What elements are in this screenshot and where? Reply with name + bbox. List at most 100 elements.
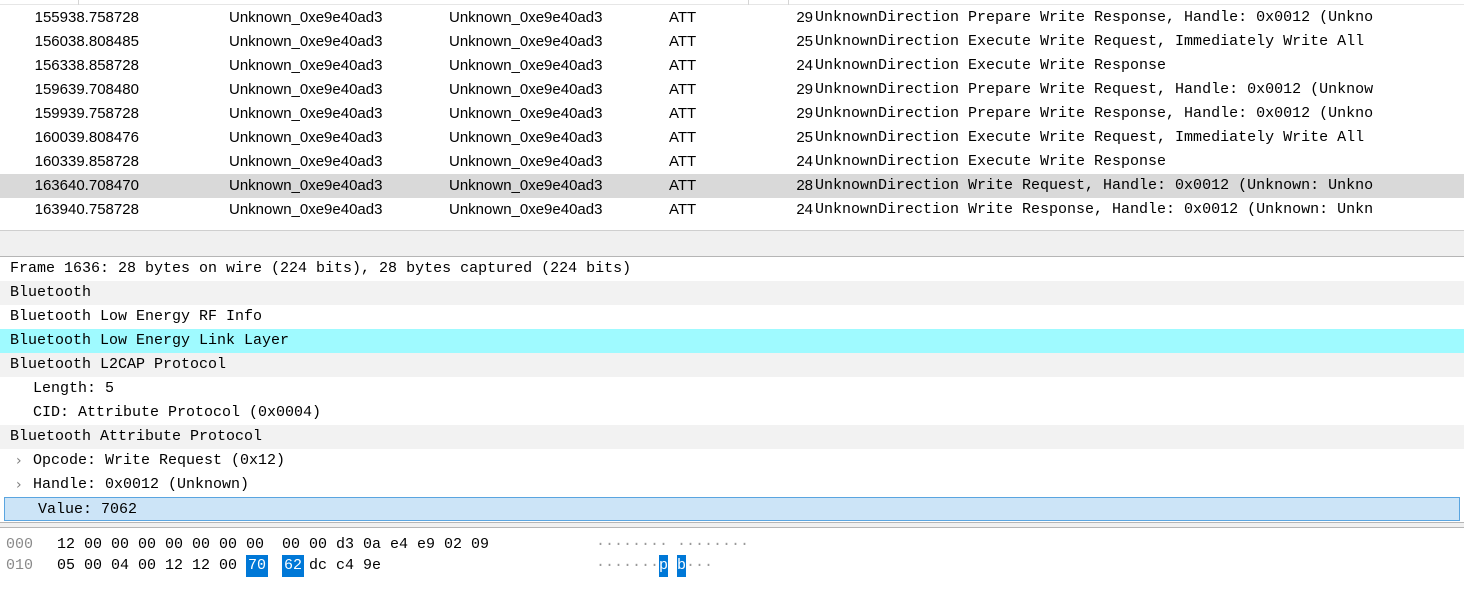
packet-number: 1600: [34, 129, 68, 146]
packet-source: Unknown_0xe9e40ad3: [229, 153, 383, 170]
ascii-bytes[interactable]: ·······p b···: [596, 555, 713, 577]
packet-destination: Unknown_0xe9e40ad3: [449, 57, 603, 74]
tree-item-l2cap-length[interactable]: Length: 5: [0, 377, 1464, 401]
ascii-char[interactable]: ·: [605, 534, 614, 556]
ascii-char[interactable]: ·: [632, 555, 641, 577]
packet-row[interactable]: 1603 39.858728 Unknown_0xe9e40ad3 Unknown_0…: [0, 150, 1464, 174]
packet-protocol: ATT: [669, 153, 697, 170]
hex-byte[interactable]: e9: [417, 534, 444, 556]
bytes-row[interactable]: 010 05 00 04 00 12 12 00 70 62 dc c4 9e ·······p b···: [0, 555, 1464, 577]
ascii-char[interactable]: ·: [722, 534, 731, 556]
hex-byte[interactable]: 00: [309, 534, 336, 556]
hex-byte[interactable]: 12: [57, 534, 84, 556]
packet-bytes-pane[interactable]: 000 12 00 00 00 00 00 00 00 00 00 d3 0a e4 e9 02 09 ·····…: [0, 528, 1464, 593]
ascii-char[interactable]: p: [659, 555, 668, 577]
hex-byte[interactable]: 00: [246, 534, 273, 556]
ascii-char[interactable]: ·: [686, 534, 695, 556]
packet-destination: Unknown_0xe9e40ad3: [449, 81, 603, 98]
hex-byte[interactable]: 0a: [363, 534, 390, 556]
hex-byte[interactable]: 00: [219, 555, 246, 577]
ascii-char[interactable]: ·: [596, 534, 605, 556]
packet-details-tree[interactable]: Frame 1636: 28 bytes on wire (224 bits),…: [0, 257, 1464, 522]
ascii-char[interactable]: ·: [650, 534, 659, 556]
hex-byte[interactable]: 00: [165, 534, 192, 556]
ascii-char[interactable]: ·: [695, 555, 704, 577]
packet-info: UnknownDirection Write Request, Handle: …: [815, 177, 1374, 194]
packet-row-clipped[interactable]: [0, 222, 1464, 230]
hex-byte[interactable]: 00: [138, 555, 165, 577]
hex-byte[interactable]: 9e: [363, 555, 390, 577]
tree-item-bluetooth[interactable]: Bluetooth: [0, 281, 1464, 305]
packet-number: 1596: [34, 81, 68, 98]
hex-byte[interactable]: c4: [336, 555, 363, 577]
hex-byte[interactable]: 00: [84, 555, 111, 577]
ascii-char[interactable]: ·: [677, 534, 686, 556]
tree-item-handle[interactable]: › Handle: 0x0012 (Unknown): [0, 473, 1464, 497]
packet-info: UnknownDirection Write Response, Handle:…: [815, 201, 1374, 218]
packet-time: 38.858728: [68, 57, 139, 74]
hex-byte[interactable]: 00: [219, 534, 246, 556]
ascii-char[interactable]: ·: [704, 555, 713, 577]
ascii-char[interactable]: ·: [623, 555, 632, 577]
tree-item-opcode[interactable]: › Opcode: Write Request (0x12): [0, 449, 1464, 473]
packet-row[interactable]: 1636 40.708470 Unknown_0xe9e40ad3 Unknown_0…: [0, 174, 1464, 198]
hex-byte[interactable]: 70: [246, 555, 268, 577]
hex-byte[interactable]: 09: [471, 534, 498, 556]
hex-byte[interactable]: dc: [309, 555, 336, 577]
ascii-char[interactable]: ·: [623, 534, 632, 556]
hex-byte[interactable]: 00: [192, 534, 219, 556]
packet-row[interactable]: 1560 38.808485 Unknown_0xe9e40ad3 Unknown_0…: [0, 30, 1464, 54]
tree-item-l2cap[interactable]: Bluetooth L2CAP Protocol: [0, 353, 1464, 377]
chevron-right-icon[interactable]: ›: [16, 449, 22, 473]
ascii-char[interactable]: ·: [650, 555, 659, 577]
packet-row[interactable]: 1559 38.758728 Unknown_0xe9e40ad3 Unknown_0…: [0, 6, 1464, 30]
ascii-char[interactable]: ·: [659, 534, 668, 556]
ascii-char[interactable]: ·: [695, 534, 704, 556]
ascii-char[interactable]: ·: [632, 534, 641, 556]
hex-byte[interactable]: d3: [336, 534, 363, 556]
hex-byte[interactable]: 02: [444, 534, 471, 556]
ascii-char[interactable]: ·: [605, 555, 614, 577]
ascii-char[interactable]: ·: [614, 534, 623, 556]
hex-bytes[interactable]: 12 00 00 00 00 00 00 00 00 00 d3 0a e4 e9 02 09: [57, 534, 498, 556]
hex-byte[interactable]: 00: [282, 534, 309, 556]
ascii-char[interactable]: ·: [686, 555, 695, 577]
ascii-char[interactable]: ·: [596, 555, 605, 577]
hex-byte[interactable]: 12: [192, 555, 219, 577]
chevron-right-icon[interactable]: ›: [16, 473, 22, 497]
ascii-char[interactable]: b: [677, 555, 686, 577]
hex-byte[interactable]: 00: [84, 534, 111, 556]
ascii-bytes[interactable]: ········ ········: [596, 534, 749, 556]
ascii-char[interactable]: ·: [641, 534, 650, 556]
tree-item-l2cap-cid[interactable]: CID: Attribute Protocol (0x0004): [0, 401, 1464, 425]
packet-source: Unknown_0xe9e40ad3: [229, 177, 383, 194]
hex-byte[interactable]: 00: [111, 534, 138, 556]
packet-row[interactable]: 1599 39.758728 Unknown_0xe9e40ad3 Unknown_0…: [0, 102, 1464, 126]
hex-byte[interactable]: 05: [57, 555, 84, 577]
tree-item-ble-rf-info[interactable]: Bluetooth Low Energy RF Info: [0, 305, 1464, 329]
ascii-char[interactable]: ·: [740, 534, 749, 556]
bytes-row[interactable]: 000 12 00 00 00 00 00 00 00 00 00 d3 0a e4 e9 02 09 ·····…: [0, 534, 1464, 556]
pane-splitter[interactable]: [0, 230, 1464, 257]
packet-row[interactable]: 1596 39.708480 Unknown_0xe9e40ad3 Unknown_0…: [0, 78, 1464, 102]
hex-byte[interactable]: 00: [138, 534, 165, 556]
ascii-char[interactable]: ·: [731, 534, 740, 556]
tree-item-att[interactable]: Bluetooth Attribute Protocol: [0, 425, 1464, 449]
hex-bytes[interactable]: 05 00 04 00 12 12 00 70 62 dc c4 9e: [57, 555, 390, 577]
hex-byte[interactable]: 04: [111, 555, 138, 577]
packet-list[interactable]: 1559 38.758728 Unknown_0xe9e40ad3 Unknown_0…: [0, 0, 1464, 230]
tree-item-frame[interactable]: Frame 1636: 28 bytes on wire (224 bits),…: [0, 257, 1464, 281]
tree-item-value[interactable]: Value: 7062: [4, 497, 1460, 521]
ascii-char[interactable]: ·: [614, 555, 623, 577]
hex-byte[interactable]: 12: [165, 555, 192, 577]
ascii-char[interactable]: ·: [704, 534, 713, 556]
packet-row[interactable]: 1639 40.758728 Unknown_0xe9e40ad3 Unknown_0…: [0, 198, 1464, 222]
packet-row[interactable]: 1600 39.808476 Unknown_0xe9e40ad3 Unknown_0…: [0, 126, 1464, 150]
ascii-char[interactable]: ·: [713, 534, 722, 556]
tree-item-ble-link-layer[interactable]: Bluetooth Low Energy Link Layer: [0, 329, 1464, 353]
ascii-char[interactable]: ·: [641, 555, 650, 577]
hex-byte[interactable]: 62: [282, 555, 304, 577]
packet-row[interactable]: 1563 38.858728 Unknown_0xe9e40ad3 Unknown_0…: [0, 54, 1464, 78]
hex-byte[interactable]: e4: [390, 534, 417, 556]
packet-source: Unknown_0xe9e40ad3: [229, 201, 383, 218]
